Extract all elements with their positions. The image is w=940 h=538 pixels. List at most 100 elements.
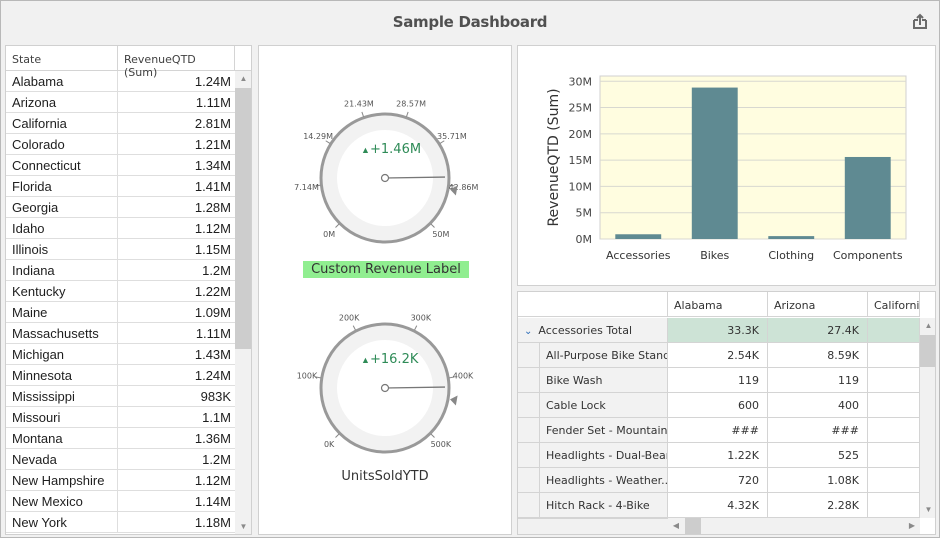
x-tick-label: Bikes	[700, 249, 729, 262]
table-row[interactable]: Connecticut 1.34M	[6, 155, 235, 176]
table-row[interactable]: Maine 1.09M	[6, 302, 235, 323]
state-cell: New Hampshire	[6, 470, 118, 490]
table-row[interactable]: Minnesota 1.24M	[6, 365, 235, 386]
table-row[interactable]: Colorado 1.21M	[6, 134, 235, 155]
pivot-row-header[interactable]: Headlights - Dual-Beam	[540, 443, 668, 468]
pivot-value-cell[interactable]: 1.22K	[668, 443, 768, 468]
pivot-value-cell[interactable]: 400	[768, 393, 868, 418]
gauge-tick-label: 0M	[323, 230, 335, 239]
table-row[interactable]: New Hampshire 1.12M	[6, 470, 235, 491]
pivot-value-cell[interactable]: 2.54K	[668, 343, 768, 368]
pivot-value-cell[interactable]: 600	[668, 393, 768, 418]
table-row[interactable]: California 2.81M	[6, 113, 235, 134]
pivot-value-cell[interactable]: 119	[768, 368, 868, 393]
table-row[interactable]: Nevada 1.2M	[6, 449, 235, 470]
table-row[interactable]: Missouri 1.1M	[6, 407, 235, 428]
bar-components[interactable]	[844, 156, 891, 239]
delta-up-icon: ▲	[361, 355, 370, 365]
gauge-tick	[361, 111, 365, 117]
gauge-panel: 0M 7.14M 14.29M 21.43M 28.57M 35.71M 42.86M 50M…	[258, 45, 512, 535]
y-tick-label: 25M	[569, 102, 593, 115]
table-row[interactable]: Arizona 1.11M	[6, 92, 235, 113]
pivot-value-cell[interactable]	[868, 493, 920, 518]
pivot-scroll-right-icon[interactable]: ▶	[904, 518, 920, 534]
collapse-chevron-icon[interactable]: ⌄	[524, 326, 532, 337]
pivot-value-cell[interactable]: 1.08K	[768, 468, 868, 493]
pivot-value-cell[interactable]: 27.4K	[768, 318, 868, 343]
pivot-value-cell[interactable]: 720	[668, 468, 768, 493]
pivot-value-cell[interactable]: 4.32K	[668, 493, 768, 518]
export-button[interactable]	[911, 13, 929, 31]
pivot-corner	[518, 292, 668, 317]
pivot-row-header[interactable]: Cable Lock	[540, 393, 668, 418]
pivot-value-cell[interactable]	[868, 418, 920, 443]
pivot-scroll-down-icon[interactable]: ▼	[920, 502, 935, 518]
pivot-column-header[interactable]: Arizona	[768, 292, 868, 317]
gauge-tick-label: 14.29M	[303, 132, 333, 141]
revenue-cell: 2.81M	[194, 116, 231, 131]
revenue-cell: 983K	[200, 389, 231, 404]
table-row[interactable]: Michigan 1.43M	[6, 344, 235, 365]
pivot-vscroll-thumb[interactable]	[920, 335, 935, 367]
pivot-column-header[interactable]: California	[868, 292, 920, 317]
table-row[interactable]: Alabama 1.24M	[6, 71, 235, 92]
table-row[interactable]: Montana 1.36M	[6, 428, 235, 449]
scroll-up-arrow-icon[interactable]: ▲	[235, 71, 251, 87]
scroll-thumb[interactable]	[235, 88, 251, 349]
pivot-value-cell[interactable]: 525	[768, 443, 868, 468]
bar-clothing[interactable]	[768, 236, 815, 239]
pivot-value-cell[interactable]: 119	[668, 368, 768, 393]
pivot-row-header-total[interactable]: ⌄ Accessories Total	[518, 318, 668, 343]
units-gauge[interactable]: 0K 100K 200K 300K 400K 500K ▲ +16.2K	[259, 296, 511, 496]
state-cell: Minnesota	[6, 365, 118, 385]
grid-vertical-scrollbar[interactable]: ▲ ▼	[235, 71, 251, 534]
pivot-vertical-scrollbar[interactable]: ▲ ▼	[920, 318, 935, 518]
pivot-row-header[interactable]: All-Purpose Bike Stand	[540, 343, 668, 368]
gauge-tick-label: 7.14M	[294, 183, 319, 192]
dashboard-title: Sample Dashboard	[392, 13, 548, 31]
table-row[interactable]: New York 1.18M	[6, 512, 235, 533]
pivot-hscroll-thumb[interactable]	[685, 518, 701, 534]
table-row[interactable]: Mississippi 983K	[6, 386, 235, 407]
pivot-value-cell[interactable]	[868, 343, 920, 368]
pivot-value-cell[interactable]: ###	[768, 418, 868, 443]
table-row[interactable]: Kentucky 1.22M	[6, 281, 235, 302]
column-header-state[interactable]: State	[6, 46, 118, 70]
pivot-value-cell[interactable]: 33.3K	[668, 318, 768, 343]
pivot-row-header[interactable]: Bike Wash	[540, 368, 668, 393]
table-row[interactable]: Indiana 1.2M	[6, 260, 235, 281]
gauge-tick-label: 0K	[324, 440, 335, 449]
pivot-value-cell[interactable]	[868, 443, 920, 468]
pivot-row-header[interactable]: Fender Set - Mountain	[540, 418, 668, 443]
pivot-scroll-left-icon[interactable]: ◀	[668, 518, 684, 534]
pivot-value-cell[interactable]	[868, 368, 920, 393]
state-cell: Montana	[6, 428, 118, 448]
table-row[interactable]: Idaho 1.12M	[6, 218, 235, 239]
pivot-value-cell[interactable]	[868, 318, 920, 343]
pivot-value-cell[interactable]: 2.28K	[768, 493, 868, 518]
table-row[interactable]: Massachusetts 1.11M	[6, 323, 235, 344]
column-header-revenue[interactable]: RevenueQTD (Sum)	[118, 46, 235, 79]
table-row[interactable]: Florida 1.41M	[6, 176, 235, 197]
bar-bikes[interactable]	[691, 87, 738, 239]
pivot-value-cell[interactable]	[868, 393, 920, 418]
revenue-cell: 1.22M	[194, 284, 231, 299]
table-row[interactable]: Illinois 1.15M	[6, 239, 235, 260]
x-tick-label: Components	[833, 249, 903, 262]
table-row[interactable]: Georgia 1.28M	[6, 197, 235, 218]
pivot-value-cell[interactable]	[868, 468, 920, 493]
pivot-row-header[interactable]: Hitch Rack - 4-Bike	[540, 493, 668, 518]
revenue-cell: 1.14M	[194, 494, 231, 509]
pivot-scroll-up-icon[interactable]: ▲	[920, 318, 935, 334]
revenue-gauge[interactable]: 0M 7.14M 14.29M 21.43M 28.57M 35.71M 42.86M 50M…	[259, 86, 511, 286]
revenue-cell: 1.41M	[194, 179, 231, 194]
pivot-horizontal-scrollbar[interactable]: ◀ ▶	[668, 518, 920, 534]
pivot-value-cell[interactable]: 8.59K	[768, 343, 868, 368]
table-row[interactable]: New Mexico 1.14M	[6, 491, 235, 512]
pivot-column-header[interactable]: Alabama	[668, 292, 768, 317]
scroll-down-arrow-icon[interactable]: ▼	[235, 519, 251, 534]
pivot-row-header[interactable]: Headlights - Weather...	[540, 468, 668, 493]
bar-accessories[interactable]	[615, 234, 662, 239]
pivot-value-cell[interactable]: ###	[668, 418, 768, 443]
revenue-cell: 1.11M	[195, 326, 231, 341]
